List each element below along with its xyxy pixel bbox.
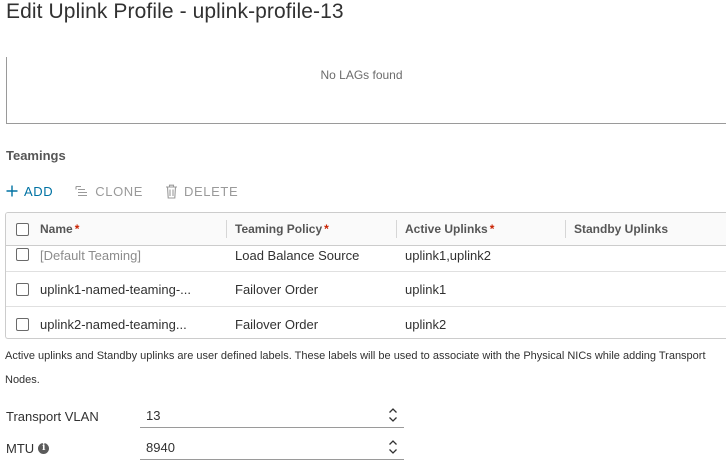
teaming-name-cell: uplink1-named-teaming-... (40, 281, 192, 297)
row-checkbox[interactable] (16, 318, 29, 331)
column-separator[interactable] (396, 220, 397, 238)
active-uplinks-cell: uplink1,uplink2 (405, 248, 492, 263)
add-button-label: ADD (24, 183, 54, 199)
table-row[interactable]: [Default Teaming] Load Balance Source up… (6, 246, 726, 272)
uplinks-help-text: Active uplinks and Standby uplinks are u… (5, 350, 706, 386)
select-all-checkbox[interactable] (16, 222, 29, 236)
active-uplinks-cell: uplink1 (405, 281, 447, 297)
delete-button-label: DELETE (184, 183, 239, 199)
column-separator[interactable] (565, 220, 566, 238)
clone-icon (75, 185, 89, 197)
mtu-row: MTU i 8940 (6, 436, 404, 460)
table-row[interactable]: uplink1-named-teaming-... Failover Order… (6, 272, 726, 307)
info-icon[interactable]: i (38, 442, 50, 454)
lags-grid: No LAGs found (6, 57, 726, 124)
teaming-name-cell: uplink2-named-teaming... (40, 317, 187, 332)
transport-vlan-label: Transport VLAN (6, 408, 99, 424)
transport-vlan-row: Transport VLAN 13 (6, 404, 404, 428)
page-title: Edit Uplink Profile - uplink-profile-13 (6, 0, 344, 23)
clone-button-label: CLONE (95, 183, 144, 199)
mtu-input[interactable]: 8940 (140, 436, 404, 460)
spinner-icon[interactable] (388, 439, 398, 458)
trash-icon (165, 184, 178, 199)
teamings-section-title: Teamings (6, 148, 66, 163)
mtu-value: 8940 (146, 440, 175, 455)
teamings-toolbar: ADD CLONE DELETE (6, 183, 260, 199)
spinner-icon[interactable] (388, 407, 398, 426)
lags-empty-message: No LAGs found (320, 68, 403, 82)
teaming-policy-cell: Failover Order (235, 281, 319, 297)
mtu-label: MTU (6, 440, 35, 456)
plus-icon (6, 185, 18, 197)
column-separator[interactable] (226, 220, 227, 238)
mtu-label-wrap: MTU i (6, 441, 140, 456)
column-header-standby-uplinks[interactable]: Standby Uplinks (574, 213, 670, 245)
column-header-teaming-policy[interactable]: Teaming Policy * (235, 213, 329, 245)
active-uplinks-cell: uplink2 (405, 317, 447, 332)
clone-teaming-button[interactable]: CLONE (75, 184, 143, 199)
row-checkbox[interactable] (16, 282, 29, 296)
teaming-policy-cell: Failover Order (235, 317, 319, 332)
column-header-active-uplinks[interactable]: Active Uplinks * (405, 213, 494, 245)
add-teaming-button[interactable]: ADD (6, 184, 53, 199)
teaming-policy-cell: Load Balance Source (235, 248, 360, 263)
teamings-grid: Name * Teaming Policy * Active Uplinks * St… (5, 212, 726, 339)
row-checkbox[interactable] (16, 248, 29, 261)
grid-header: Name * Teaming Policy * Active Uplinks * St… (6, 213, 726, 246)
table-row[interactable]: uplink2-named-teaming... Failover Order … (6, 307, 726, 338)
delete-teaming-button[interactable]: DELETE (165, 184, 238, 199)
teaming-name-cell: [Default Teaming] (40, 248, 141, 263)
transport-vlan-value: 13 (146, 408, 161, 423)
transport-vlan-input[interactable]: 13 (140, 404, 404, 428)
column-header-name[interactable]: Name * (40, 213, 79, 245)
